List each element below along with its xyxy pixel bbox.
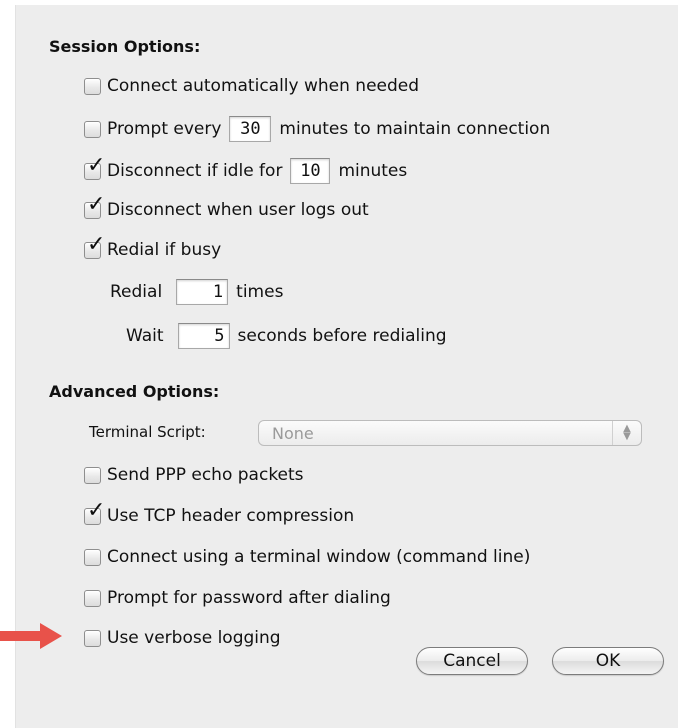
wait-seconds-suffix-label: seconds before redialing xyxy=(237,326,447,346)
verbose-logging-label: Use verbose logging xyxy=(107,628,281,648)
redial-times-field[interactable]: 1 xyxy=(176,279,229,305)
ppp-echo-label: Send PPP echo packets xyxy=(107,465,304,485)
disconnect-idle-minutes-field[interactable]: 10 xyxy=(290,158,331,184)
advanced-options-heading: Advanced Options: xyxy=(49,382,220,401)
checkmark-icon: ✓ xyxy=(87,231,106,257)
disconnect-logout-checkbox[interactable]: ✓ xyxy=(84,193,105,219)
disconnect-idle-checkbox[interactable]: ✓ xyxy=(84,154,105,180)
tcp-compression-label: Use TCP header compression xyxy=(107,506,355,526)
disconnect-logout-label: Disconnect when user logs out xyxy=(107,200,369,220)
prompt-every-label: Prompt every xyxy=(107,119,222,139)
redial-busy-label: Redial if busy xyxy=(107,240,222,260)
prompt-every-minutes-field[interactable]: 30 xyxy=(229,116,272,142)
prompt-password-label: Prompt for password after dialing xyxy=(107,588,391,608)
prompt-every-suffix-label: minutes to maintain connection xyxy=(279,119,551,139)
checkmark-icon: ✓ xyxy=(87,497,106,523)
tcp-compression-option[interactable]: ✓ Use TCP header compression xyxy=(84,499,355,528)
redial-times-suffix-label: times xyxy=(236,282,284,302)
verbose-logging-checkbox[interactable] xyxy=(84,629,101,647)
connect-automatically-checkbox[interactable] xyxy=(84,77,101,95)
select-arrows-icon: ▲ ▼ xyxy=(612,421,641,445)
wait-seconds-field[interactable]: 5 xyxy=(177,323,230,349)
ppp-echo-option[interactable]: Send PPP echo packets xyxy=(84,463,304,487)
ok-button[interactable]: OK xyxy=(552,647,664,675)
prompt-password-checkbox[interactable] xyxy=(84,589,101,607)
terminal-window-option[interactable]: Connect using a terminal window (command… xyxy=(84,545,530,569)
redial-busy-option[interactable]: ✓ Redial if busy xyxy=(84,233,222,262)
terminal-script-value: None xyxy=(272,423,314,443)
connect-automatically-label: Connect automatically when needed xyxy=(107,76,420,96)
prompt-every-option[interactable]: Prompt every 30 minutes to maintain conn… xyxy=(84,116,551,142)
checkmark-icon: ✓ xyxy=(87,152,106,178)
prompt-every-checkbox[interactable] xyxy=(84,120,101,138)
pointer-arrow-shape xyxy=(0,623,62,649)
wait-seconds-label: Wait xyxy=(126,326,164,346)
tcp-compression-checkbox[interactable]: ✓ xyxy=(84,499,105,525)
terminal-window-checkbox[interactable] xyxy=(84,548,101,566)
red-pointer-arrow-icon xyxy=(0,623,62,649)
checkmark-icon: ✓ xyxy=(87,191,106,217)
terminal-script-select[interactable]: None ▲ ▼ xyxy=(258,420,642,446)
disconnect-idle-suffix-label: minutes xyxy=(338,161,408,181)
prompt-password-option[interactable]: Prompt for password after dialing xyxy=(84,586,391,610)
redial-times-row: Redial 1 times xyxy=(110,279,284,305)
wait-seconds-row: Wait 5 seconds before redialing xyxy=(126,323,447,349)
verbose-logging-option[interactable]: Use verbose logging xyxy=(84,626,281,650)
terminal-window-label: Connect using a terminal window (command… xyxy=(107,547,531,567)
disconnect-idle-label: Disconnect if idle for xyxy=(107,161,283,181)
ppp-echo-checkbox[interactable] xyxy=(84,466,101,484)
disconnect-idle-option[interactable]: ✓ Disconnect if idle for 10 minutes xyxy=(84,154,408,184)
terminal-script-label: Terminal Script: xyxy=(89,423,206,441)
cancel-button[interactable]: Cancel xyxy=(416,647,528,675)
connect-automatically-option[interactable]: Connect automatically when needed xyxy=(84,74,419,98)
ppp-options-dialog: Session Options: Connect automatically w… xyxy=(15,5,678,728)
redial-busy-checkbox[interactable]: ✓ xyxy=(84,233,105,259)
redial-times-label: Redial xyxy=(110,282,163,302)
session-options-heading: Session Options: xyxy=(49,37,201,56)
disconnect-logout-option[interactable]: ✓ Disconnect when user logs out xyxy=(84,193,369,222)
